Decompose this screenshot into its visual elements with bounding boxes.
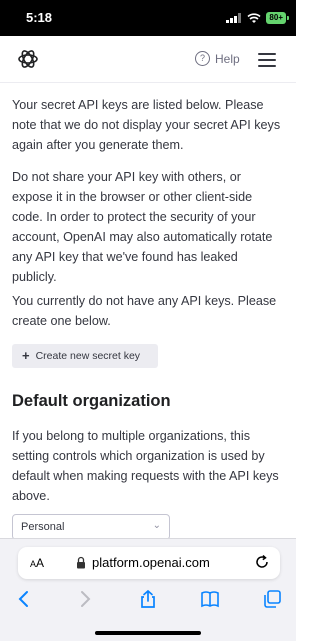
warning-text: Do not share your API key with others, o… <box>12 170 273 284</box>
organization-select[interactable]: Personal ⌄ <box>12 514 170 540</box>
help-question-icon: ? <box>195 51 210 66</box>
default-organization-title: Default organization <box>12 392 171 410</box>
back-icon[interactable] <box>14 589 34 609</box>
chevron-down-icon: ⌄ <box>152 520 161 531</box>
help-link[interactable]: ? Help <box>195 51 240 66</box>
home-indicator <box>95 631 201 635</box>
wifi-icon <box>247 12 261 23</box>
organization-select-value: Personal <box>21 521 65 533</box>
status-icons: 80+ <box>226 11 289 25</box>
no-keys-text: You currently do not have any API keys. … <box>12 294 277 328</box>
address-bar[interactable]: AA platform.openai.com <box>18 547 280 579</box>
create-secret-key-label: Create new secret key <box>35 350 141 362</box>
reload-icon[interactable] <box>254 554 270 570</box>
default-organization-desc: If you belong to multiple organizations,… <box>12 429 279 503</box>
status-time: 5:18 <box>26 10 53 25</box>
browser-toolbar: AA platform.openai.com <box>0 538 296 641</box>
intro-text: Your secret API keys are listed below. P… <box>12 98 281 152</box>
battery-icon: 80+ <box>266 12 289 24</box>
browser-nav <box>0 589 296 613</box>
create-secret-key-button[interactable]: + Create new secret key <box>12 344 158 368</box>
text-size-button[interactable]: AA <box>30 556 44 570</box>
share-icon[interactable] <box>138 589 158 609</box>
hamburger-menu-icon[interactable] <box>258 53 276 67</box>
lock-icon <box>77 556 85 569</box>
bookmarks-icon[interactable] <box>200 589 220 609</box>
forward-icon[interactable] <box>75 589 95 609</box>
status-bar: 5:18 80+ <box>0 0 296 36</box>
signal-icon <box>226 13 242 23</box>
help-label: Help <box>215 51 240 66</box>
tabs-icon[interactable] <box>262 589 282 609</box>
plus-icon: + <box>22 348 30 363</box>
url-text: platform.openai.com <box>92 555 210 570</box>
app-header: ? Help <box>0 36 296 83</box>
openai-logo-icon[interactable] <box>16 47 40 71</box>
